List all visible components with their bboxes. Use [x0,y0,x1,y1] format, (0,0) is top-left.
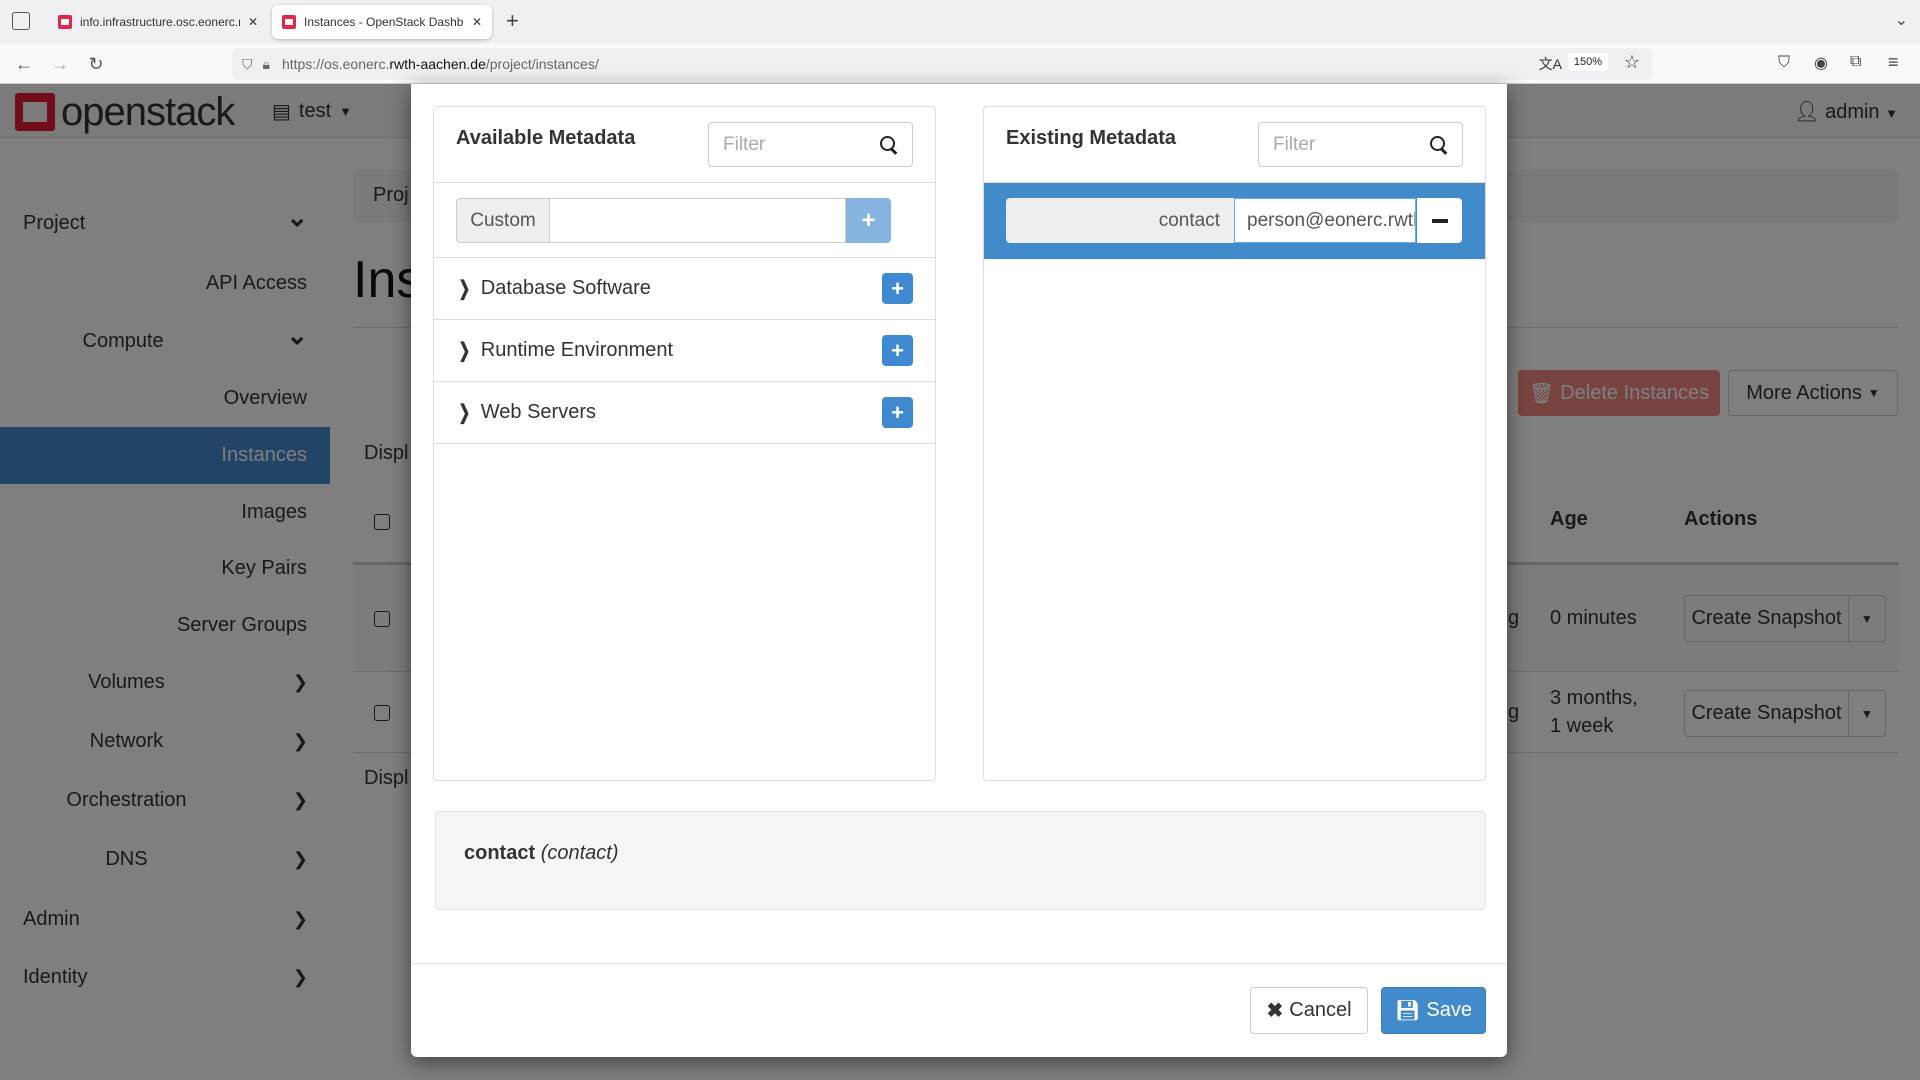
reload-icon[interactable]: ↻ [84,52,108,76]
update-metadata-modal: Available Metadata Filter Custom + ❯ Data… [411,84,1507,1057]
custom-key-input[interactable] [550,198,846,243]
close-tab-icon[interactable]: ✕ [248,15,258,29]
available-filter-input[interactable]: Filter [708,122,913,167]
lock-icon: 🔒︎ [262,55,270,72]
plus-icon: + [891,275,904,301]
metadata-key: contact [1006,198,1234,243]
panel-title: Existing Metadata [1006,127,1177,149]
chevron-down-icon[interactable]: ⌄ [1895,10,1908,30]
divider [411,963,1507,964]
plus-icon: + [891,337,904,363]
zoom-level[interactable]: 150% [1567,53,1608,71]
tab-list-icon[interactable] [12,12,30,30]
new-tab-icon[interactable]: + [506,8,519,34]
custom-label: Custom [456,198,550,243]
favicon-icon [282,15,296,29]
metadata-group[interactable]: ❯ Web Servers + [434,382,935,444]
back-icon[interactable]: ← [12,52,36,76]
pocket-icon[interactable]: ⛉ [1778,54,1790,72]
browser-tab[interactable]: info.infrastructure.osc.eonerc.rwth ✕ [48,5,268,39]
close-tab-icon[interactable]: ✕ [472,15,482,29]
metadata-description: contact (contact) [435,811,1486,910]
metadata-value-input[interactable]: person@eonerc.rwth-aachen.de [1234,198,1416,243]
minus-icon [1431,218,1448,223]
favicon-icon [58,15,72,29]
remove-metadata-button[interactable] [1417,198,1462,243]
available-metadata-panel: Available Metadata Filter Custom + ❯ Data… [433,106,936,781]
chevron-right-icon: ❯ [458,278,471,300]
browser-tab-active[interactable]: Instances - OpenStack Dashboard ✕ [272,5,493,39]
metadata-group[interactable]: ❯ Runtime Environment + [434,320,935,382]
menu-icon[interactable]: ≡ [1888,52,1899,73]
add-group-button[interactable]: + [882,397,913,428]
forward-icon[interactable]: → [48,52,72,76]
save-button[interactable]: 💾︎ Save [1381,987,1486,1034]
existing-metadata-item[interactable]: contact person@eonerc.rwth-aachen.de [984,183,1485,259]
browser-toolbar: ← → ↻ ⛉ 🔒︎ https://os.eonerc. rwth-aachen… [0,44,1920,84]
existing-metadata-panel: Existing Metadata Filter contact person@… [983,106,1486,781]
shield-icon: ⛉ [242,55,253,72]
metadata-group[interactable]: ❯ Database Software + [434,258,935,320]
account-icon[interactable]: ◉ [1814,53,1828,73]
close-icon: ✖ [1266,1000,1284,1022]
search-icon [880,135,898,154]
browser-tab-bar: info.infrastructure.osc.eonerc.rwth ✕ In… [0,0,1920,44]
add-group-button[interactable]: + [882,335,913,366]
translate-icon[interactable]: 文A [1539,54,1562,74]
add-custom-button[interactable]: + [846,198,891,243]
chevron-right-icon: ❯ [458,340,471,362]
search-icon [1430,135,1448,154]
chevron-right-icon: ❯ [458,402,471,424]
bookmark-star-icon[interactable]: ☆ [1624,52,1640,73]
save-icon: 💾︎ [1395,1000,1421,1022]
extensions-icon[interactable]: ⧉ [1850,53,1861,71]
cancel-button[interactable]: ✖ Cancel [1250,987,1368,1034]
plus-icon: + [861,206,876,234]
existing-filter-input[interactable]: Filter [1258,122,1463,167]
url-input[interactable]: ⛉ 🔒︎ https://os.eonerc. rwth-aachen.de/pr… [232,48,1652,80]
add-group-button[interactable]: + [882,273,913,304]
plus-icon: + [891,399,904,425]
panel-title: Available Metadata [456,127,636,149]
